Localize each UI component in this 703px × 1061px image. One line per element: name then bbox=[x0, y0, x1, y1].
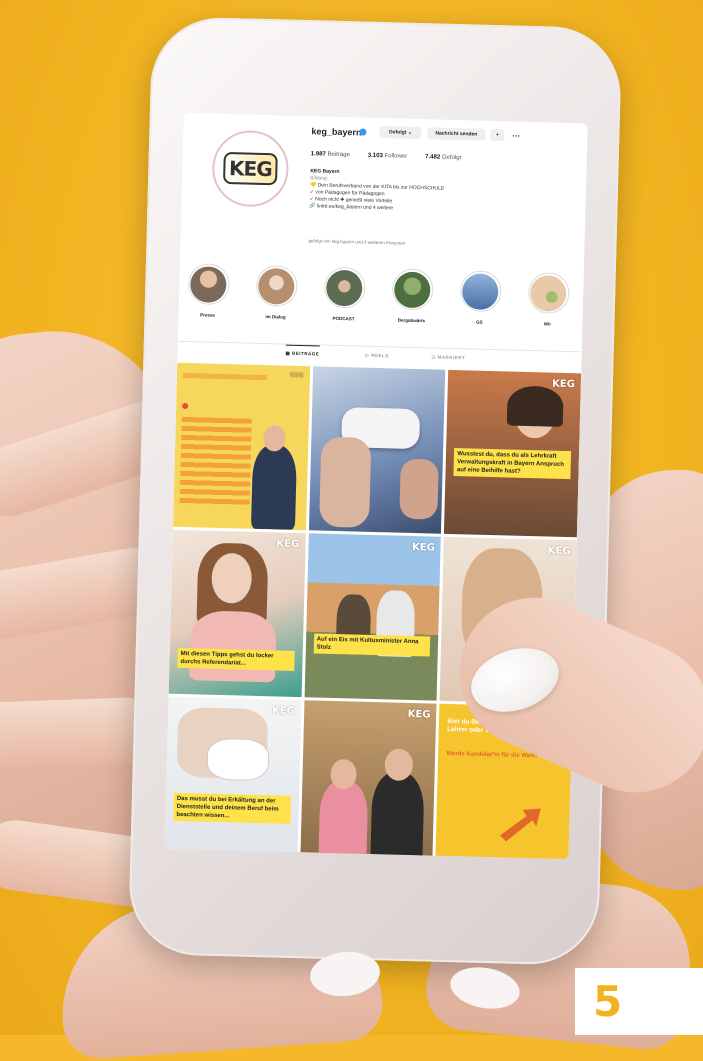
highlight-item[interactable]: GS bbox=[454, 270, 505, 325]
person-figure bbox=[188, 610, 277, 683]
profile-username[interactable]: keg_bayern bbox=[311, 126, 361, 137]
tab-tagged[interactable]: ◻ MARKIERT bbox=[431, 354, 465, 361]
followed-by-text[interactable]: gefolgt von keg.bayern und 3 weiteren Pe… bbox=[308, 238, 405, 246]
person-head bbox=[384, 748, 413, 782]
highlight-item[interactable]: im Dialog bbox=[250, 264, 301, 320]
highlight-item[interactable]: PODCAST bbox=[318, 266, 369, 321]
profile-bio: KEG Bayern Bildung 💛 Dein Berufsverband … bbox=[309, 168, 570, 217]
person-figure bbox=[369, 772, 425, 860]
person-head bbox=[329, 758, 357, 790]
post-caption: Mit diesen Tipps gehst du locker durchs … bbox=[177, 647, 295, 671]
posts-count[interactable]: 1.987 Beiträge bbox=[311, 151, 350, 158]
story-highlights: Presse im Dialog PODCAST Bergabwärts GS … bbox=[178, 263, 584, 344]
page-number: 5 bbox=[593, 977, 623, 1026]
post-tile[interactable]: KEG bbox=[299, 700, 437, 860]
person-figure bbox=[250, 444, 298, 530]
profile-avatar[interactable]: KEG bbox=[211, 129, 290, 208]
highlight-item[interactable]: Presse bbox=[182, 263, 233, 318]
more-options-button[interactable]: ··· bbox=[509, 129, 523, 141]
post-tile[interactable]: Mit diesen Tipps gehst du locker durchs … bbox=[168, 529, 306, 698]
arrow-icon bbox=[500, 808, 542, 842]
post-caption: Das musst du bei Erkältung an der Dienst… bbox=[173, 792, 291, 824]
keg-badge: KEG bbox=[547, 545, 571, 558]
keg-badge: KEG bbox=[276, 538, 300, 551]
keg-logo: KEG bbox=[222, 151, 279, 186]
post-caption: Auf ein Eis mit Kultusminister Anna Stol… bbox=[313, 633, 431, 657]
post-tile[interactable]: Wusstest du, dass du als Lehrkraft Verwa… bbox=[444, 369, 582, 538]
following-count[interactable]: 7.482 Gefolgt bbox=[425, 154, 461, 161]
post-tile[interactable] bbox=[308, 366, 446, 534]
profile-stats: 1.987 Beiträge 3.103 Follower 7.482 Gefo… bbox=[311, 151, 462, 161]
highlight-item[interactable]: Wir bbox=[522, 271, 573, 327]
message-button[interactable]: Nachricht senden bbox=[427, 127, 486, 141]
post-tile[interactable]: Auf ein Eis mit Kultusminister Anna Stol… bbox=[304, 533, 442, 701]
keg-badge: KEG bbox=[411, 541, 435, 554]
add-user-button[interactable]: + bbox=[490, 128, 505, 142]
followers-count[interactable]: 3.103 Follower bbox=[368, 153, 408, 160]
keg-badge: KEG bbox=[289, 371, 304, 380]
highlight-item[interactable]: Bergabwärts bbox=[386, 268, 437, 323]
post-caption: Wusstest du, dass du als Lehrkraft Verwa… bbox=[453, 448, 572, 480]
keg-badge: KEG bbox=[551, 378, 575, 391]
smartphone: KEG keg_bayern Gefolgt ⌄ Nachricht sende… bbox=[127, 16, 623, 966]
verified-badge-icon bbox=[359, 128, 367, 136]
keg-badge: KEG bbox=[271, 705, 296, 717]
page-number-box: 5 bbox=[575, 968, 703, 1035]
following-button[interactable]: Gefolgt ⌄ bbox=[379, 125, 422, 140]
person-figure bbox=[317, 780, 369, 860]
post-tile[interactable]: Das musst du bei Erkältung an der Dienst… bbox=[164, 696, 302, 860]
tab-posts[interactable]: ▦ BEITRÄGE bbox=[285, 344, 320, 358]
post-tile[interactable]: KEG bbox=[172, 362, 310, 531]
tab-reels[interactable]: ▷ REELS bbox=[365, 353, 388, 360]
keg-badge: KEG bbox=[407, 708, 431, 721]
